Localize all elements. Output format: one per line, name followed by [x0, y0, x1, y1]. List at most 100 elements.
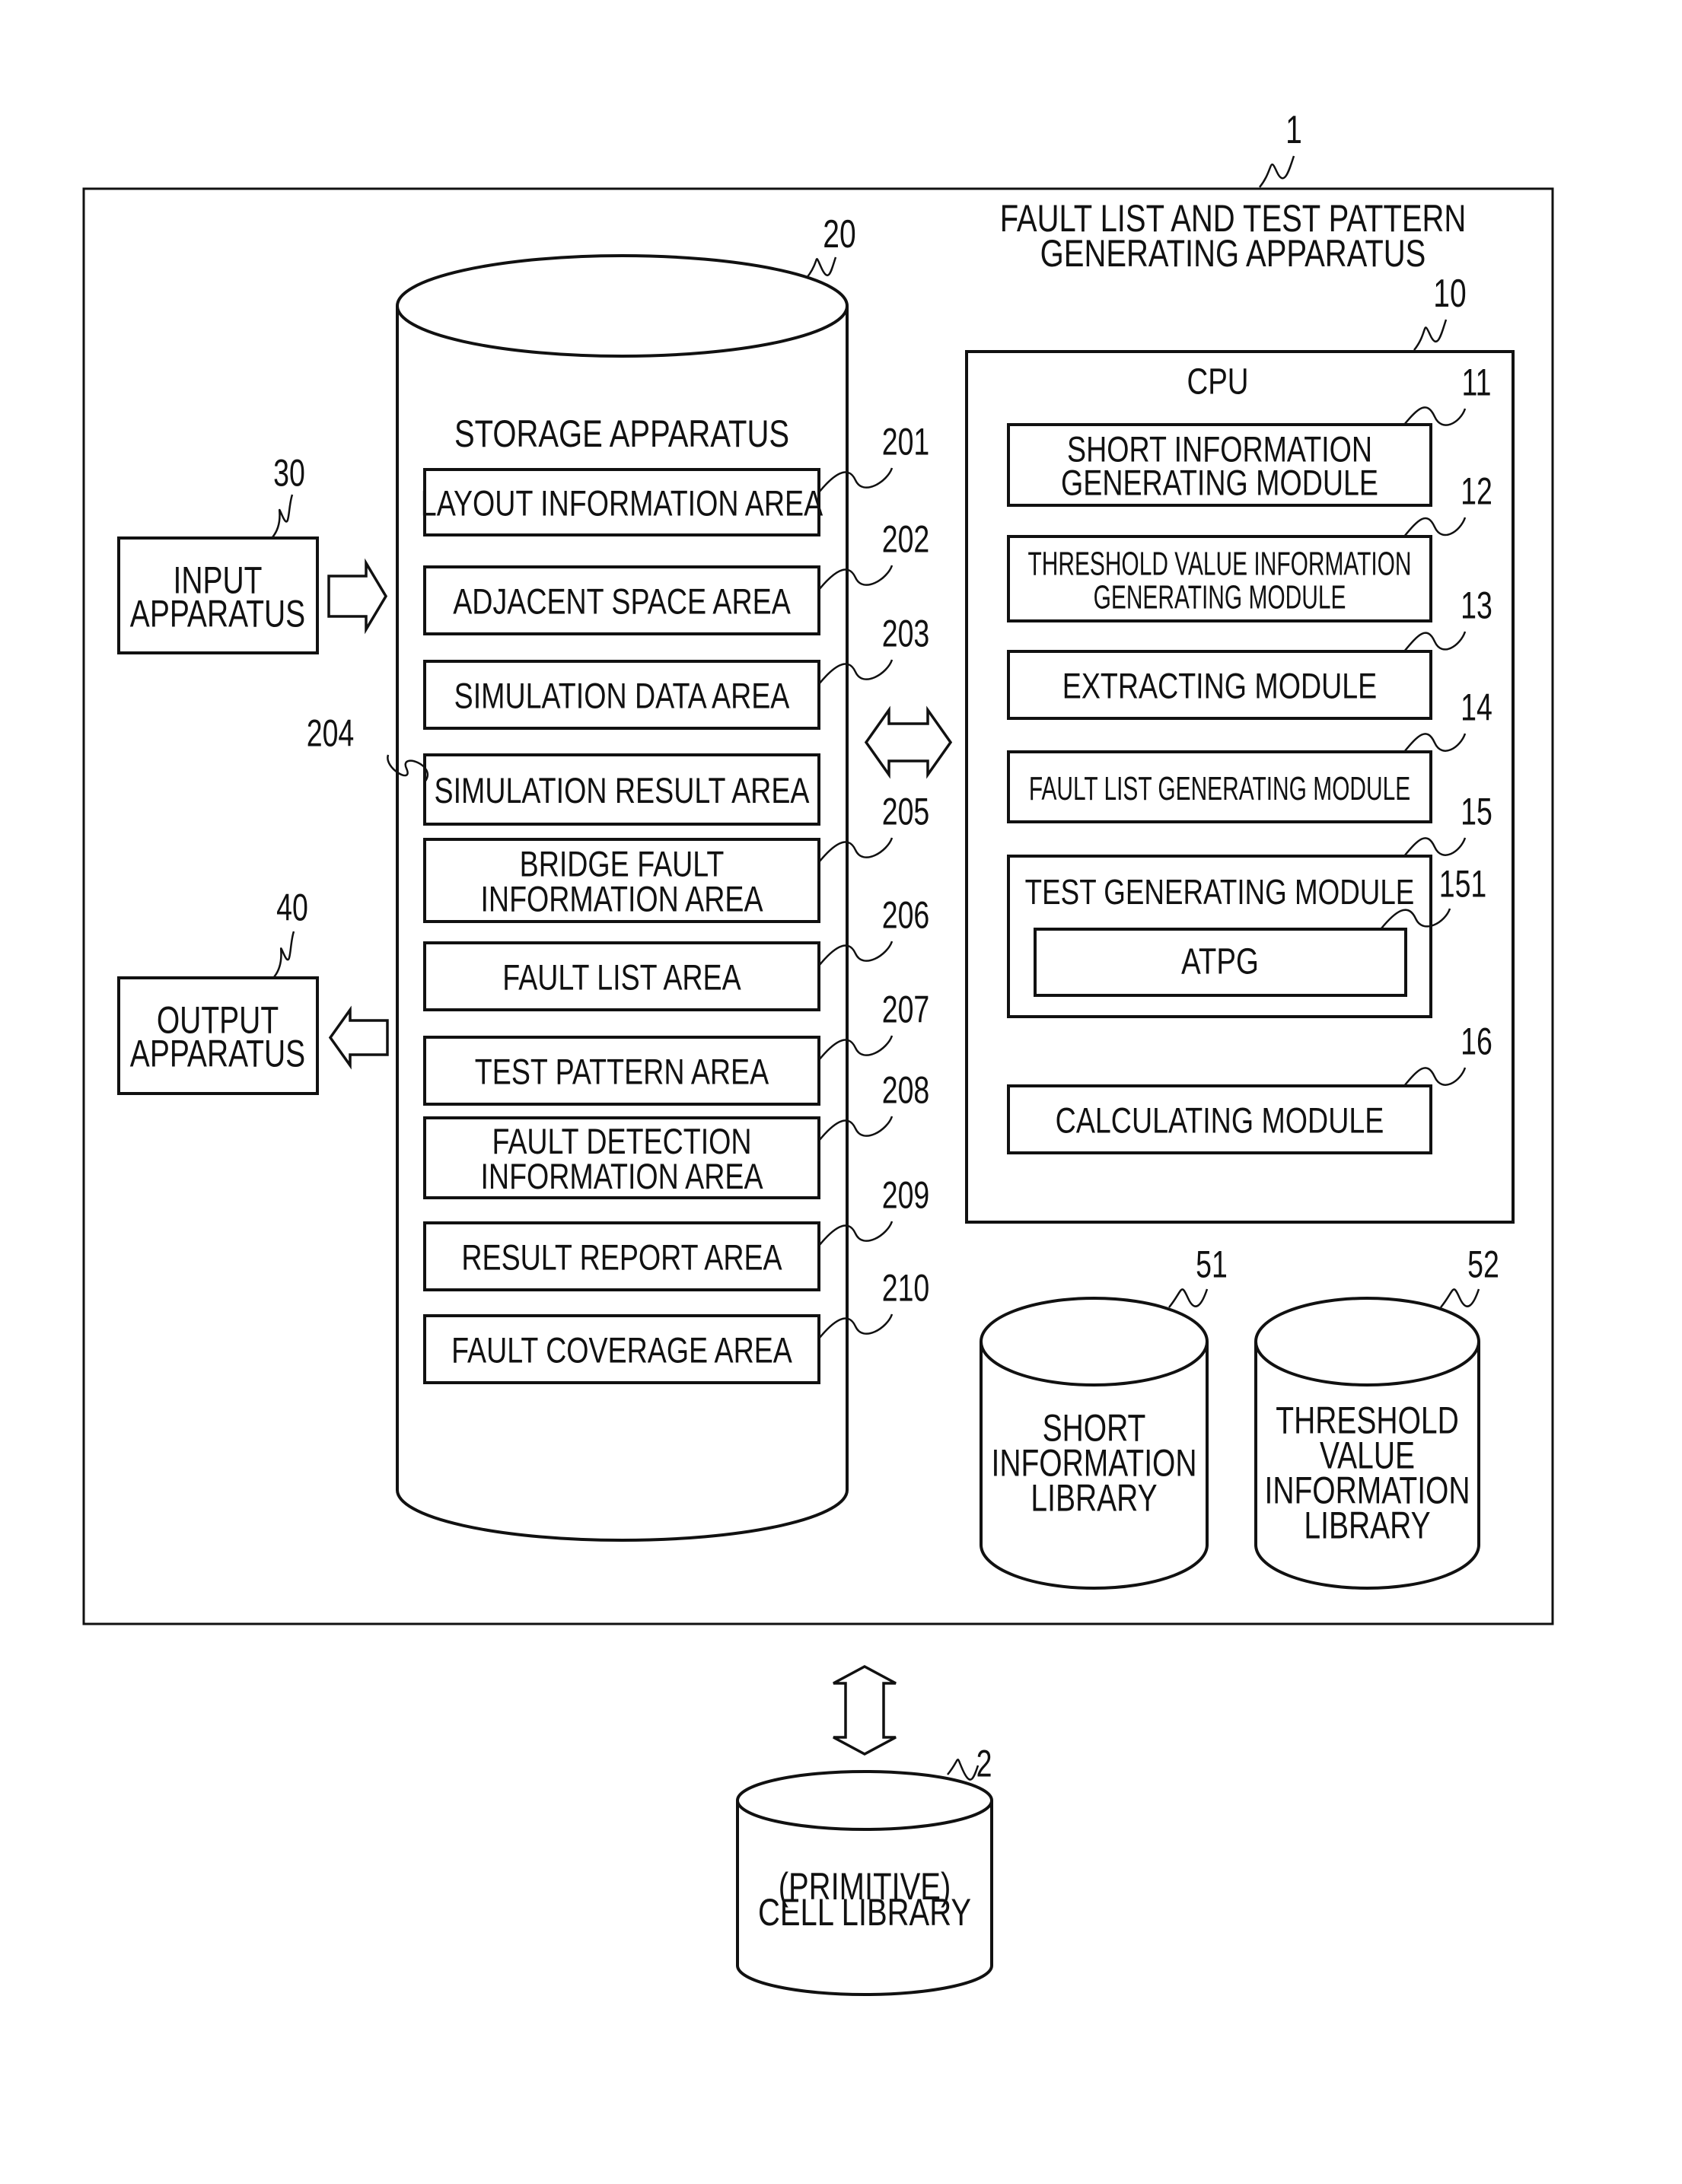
ref-output-wrap: 40: [276, 887, 308, 928]
cpu-module-label-wrap: TEST GENERATING MODULE: [1025, 872, 1415, 912]
submodule-label-wrap: ATPG: [1181, 941, 1259, 982]
cell-library-label: CELL LIBRARY: [758, 1891, 971, 1934]
ref-area-wrap: 203: [882, 613, 930, 654]
ref-area: 210: [882, 1267, 930, 1309]
block-diagram: FAULT LIST AND TEST PATTERNGENERATING AP…: [82, 107, 1554, 1996]
storage-area-label: INFORMATION AREA: [480, 1157, 763, 1197]
storage-cpu-bidirectional-arrow: [864, 705, 953, 779]
ref-area: 203: [882, 613, 930, 654]
storage-title-wrap: STORAGE APPARATUS: [454, 412, 789, 455]
output-apparatus-label: APPARATUS: [130, 1032, 305, 1075]
library-51-top: [980, 1297, 1209, 1386]
input-to-storage-arrow: [327, 558, 388, 635]
storage-apparatus: STORAGE APPARATUS 20 LAYOUT INFORMATION AR…: [307, 212, 930, 1542]
cell-library: (PRIMITIVE)CELL LIBRARY2: [736, 1743, 993, 1996]
output-apparatus-label-wrap: APPARATUS: [130, 1032, 305, 1075]
leader-apparatus: [1259, 155, 1295, 188]
leader-storage: [806, 256, 837, 279]
ref-input-wrap: 30: [273, 452, 305, 494]
ref-cpu-wrap: 10: [1433, 271, 1466, 316]
storage-area-label-wrap: INFORMATION AREA: [480, 879, 763, 919]
ref-area-wrap: 205: [882, 791, 930, 833]
storage-to-output-arrow: [328, 1005, 389, 1070]
storage-cylinder-top: [396, 254, 849, 358]
storage-area-label: TEST PATTERN AREA: [475, 1052, 769, 1092]
ref-module-wrap: 16: [1461, 1020, 1492, 1062]
cpu-module-label-wrap: THRESHOLD VALUE INFORMATION: [1027, 545, 1411, 582]
submodule-label: ATPG: [1181, 941, 1259, 982]
cpu-module-label-wrap: FAULT LIST GENERATING MODULE: [1029, 769, 1410, 807]
leader-cpu: [1413, 319, 1448, 351]
storage-area-label-wrap: LAYOUT INFORMATION AREA: [421, 483, 823, 524]
storage-area-label-wrap: TEST PATTERN AREA: [475, 1052, 769, 1092]
ref-module-wrap: 11: [1462, 361, 1492, 403]
storage-title: STORAGE APPARATUS: [454, 412, 789, 455]
apparatus-title-line: GENERATING APPARATUS: [1040, 232, 1426, 275]
ref-module-wrap: 12: [1461, 470, 1492, 512]
ref-library-wrap: 52: [1467, 1243, 1499, 1285]
ref-area: 202: [882, 518, 930, 560]
leader-output: [273, 931, 295, 978]
ref-module: 16: [1461, 1020, 1492, 1062]
ref-submodule: 151: [1439, 863, 1487, 905]
cpu-block: CPU1011SHORT INFORMATIONGENERATING MODUL…: [965, 271, 1515, 1224]
cell-library-cylinder-top: [736, 1770, 993, 1831]
library-label-wrap: LIBRARY: [1031, 1476, 1157, 1520]
leader-library: [1168, 1288, 1209, 1308]
ref-storage: 20: [823, 212, 855, 256]
output-apparatus: OUTPUTAPPARATUS40: [117, 887, 319, 1095]
ref-area-wrap: 207: [882, 989, 930, 1030]
ref-area-wrap: 208: [882, 1069, 930, 1111]
library-52: THRESHOLDVALUEINFORMATIONLIBRARY52: [1254, 1243, 1499, 1590]
cpu-module-label: EXTRACTING MODULE: [1062, 666, 1378, 706]
cpu-module-label: GENERATING MODULE: [1094, 578, 1346, 616]
ref-module-wrap: 15: [1461, 791, 1492, 833]
storage-area-label: ADJACENT SPACE AREA: [453, 581, 791, 622]
input-apparatus: INPUTAPPARATUS30: [117, 452, 319, 654]
library-51: SHORTINFORMATIONLIBRARY51: [980, 1243, 1228, 1590]
input-apparatus-label-wrap: APPARATUS: [130, 592, 305, 635]
ref-apparatus-wrap: 1: [1285, 107, 1302, 152]
cpu-module-label-wrap: GENERATING MODULE: [1094, 578, 1346, 616]
library-label-wrap: LIBRARY: [1304, 1504, 1430, 1547]
io-devices: INPUTAPPARATUS30OUTPUTAPPARATUS40: [117, 452, 389, 1095]
ref-area-wrap: 202: [882, 518, 930, 560]
ref-area: 208: [882, 1069, 930, 1111]
cpu-module-label-wrap: GENERATING MODULE: [1061, 463, 1378, 503]
library-label: LIBRARY: [1031, 1476, 1157, 1520]
storage-area-label-wrap: FAULT LIST AREA: [502, 957, 741, 998]
ref-module: 12: [1461, 470, 1492, 512]
storage-area-label-wrap: FAULT COVERAGE AREA: [451, 1330, 792, 1371]
ref-area-wrap: 204: [307, 712, 355, 754]
ref-area: 205: [882, 791, 930, 833]
ref-cpu: 10: [1433, 271, 1466, 316]
ref-library: 51: [1196, 1243, 1228, 1285]
cpu-module-label-wrap: CALCULATING MODULE: [1056, 1100, 1384, 1141]
cell-library-cylinder: (PRIMITIVE)CELL LIBRARY2: [736, 1743, 993, 1996]
apparatus-title-line-wrap: GENERATING APPARATUS: [1040, 232, 1426, 275]
ref-area-wrap: 209: [882, 1174, 930, 1216]
cpu-module-label: FAULT LIST GENERATING MODULE: [1029, 769, 1410, 807]
library-label: LIBRARY: [1304, 1504, 1430, 1547]
ref-module: 14: [1461, 686, 1492, 728]
ref-cell-library-wrap: 2: [976, 1743, 992, 1784]
cpu-title: CPU: [1187, 361, 1248, 402]
storage-area-label: LAYOUT INFORMATION AREA: [421, 483, 823, 524]
leader-library: [1440, 1288, 1480, 1308]
ref-submodule-wrap: 151: [1439, 863, 1487, 905]
ref-module: 11: [1462, 361, 1492, 403]
library-52-top: [1254, 1297, 1480, 1386]
ref-library-wrap: 51: [1196, 1243, 1228, 1285]
connection-arrows: [833, 705, 953, 1756]
input-apparatus-label: APPARATUS: [130, 592, 305, 635]
ref-module: 13: [1461, 584, 1492, 626]
apparatus-cell-library-bidirectional-arrow: [833, 1665, 897, 1756]
storage-area-label: INFORMATION AREA: [480, 879, 763, 919]
storage-area-label: FAULT COVERAGE AREA: [451, 1330, 792, 1371]
storage-area-label-wrap: ADJACENT SPACE AREA: [453, 581, 791, 622]
ref-input: 30: [273, 452, 305, 494]
storage-area-label-wrap: SIMULATION DATA AREA: [454, 676, 790, 716]
leader-input: [272, 494, 294, 538]
storage-area-label-wrap: RESULT REPORT AREA: [461, 1237, 782, 1278]
storage-area-label: SIMULATION DATA AREA: [454, 676, 790, 716]
